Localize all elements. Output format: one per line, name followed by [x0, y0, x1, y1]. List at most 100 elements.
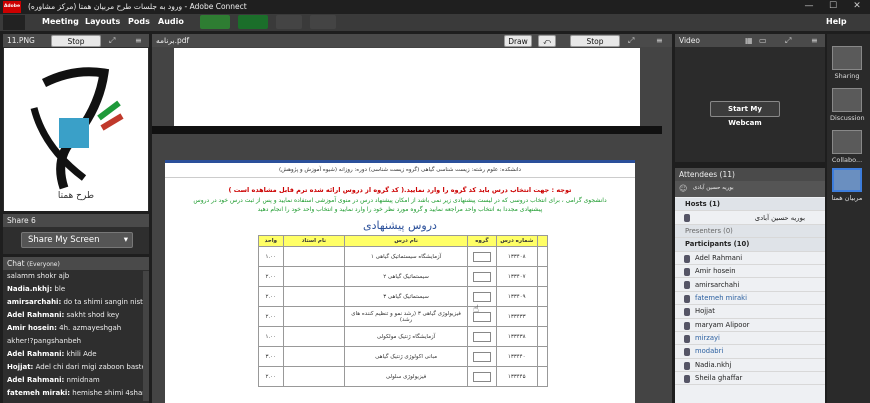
attendee-row[interactable]: Sheila ghaffar [675, 372, 825, 386]
menu-audio[interactable]: Audio [158, 17, 184, 26]
single-view-icon[interactable]: ▭ [759, 36, 767, 45]
avatar [684, 361, 690, 370]
group-input[interactable] [472, 371, 491, 382]
chat-message: Adel Rahmani: khili Ade [7, 350, 97, 358]
chat-pod-header: Chat (Everyone) [3, 257, 149, 270]
webcam-icon[interactable] [276, 15, 302, 29]
adobe-connect-logo-icon [3, 15, 25, 30]
chat-pod: Chat (Everyone) salamm shokr ajb Nadia.n… [3, 257, 149, 403]
doc-notice-green: دانشجوی گرامی ، برای انتخاب دروسی که در … [193, 197, 607, 213]
page-separator [152, 126, 662, 134]
avatar [684, 321, 690, 330]
stop-sharing-button[interactable]: Stop Sharing [570, 35, 620, 57]
layout-collaboration[interactable]: Collabo... [830, 130, 864, 164]
chat-title: Chat [7, 259, 25, 268]
avatar [684, 254, 690, 263]
chat-scope: (Everyone) [26, 261, 60, 268]
fullscreen-icon[interactable]: ⤢ [628, 36, 634, 46]
menu-bar: Meeting Layouts Pods Audio Help [0, 14, 870, 31]
sync-icon[interactable]: ⤺ [538, 35, 556, 47]
attendee-row[interactable]: Amir hosein [675, 264, 825, 279]
speaker-icon[interactable] [200, 15, 230, 29]
pdf-pod-title: برنامه.pdf [156, 36, 190, 45]
presenters-group[interactable]: Presenters (0) [675, 224, 825, 239]
attendee-row[interactable]: amirsarchahi [675, 278, 825, 292]
menu-help[interactable]: Help [826, 17, 847, 26]
group-input[interactable] [472, 291, 491, 302]
attendee-row[interactable]: Hojjat [675, 305, 825, 319]
share-my-screen-label: Share My Screen [28, 235, 100, 245]
col-group: گروه [467, 235, 497, 247]
maximize-icon[interactable]: ☐ [822, 1, 844, 13]
attendees-count: (11) [719, 170, 735, 179]
table-row: ۲.۰۰ سیستماتیک گیاهی ۳ ۱۳۳۴۰۹ [258, 286, 549, 307]
window-title-bar: Adobe ورود به جلسات طرح مربیان همتا (مرک… [0, 0, 870, 14]
close-icon[interactable]: ✕ [846, 1, 868, 13]
doc-heading: دروس پیشنهادی [363, 219, 437, 232]
doc-info-row: دانشکده: علوم رشته: زیست شناسی گیاهی (گر… [165, 163, 635, 178]
group-input[interactable] [472, 351, 491, 362]
group-input[interactable] [472, 271, 491, 282]
attendees-list: Hosts (1) بوریه حسین آبادی Presenters (0… [675, 198, 825, 386]
avatar [684, 214, 690, 223]
avatar [684, 334, 690, 343]
attendee-row[interactable]: Nadia.nkhj [675, 358, 825, 373]
microphone-icon[interactable] [238, 15, 268, 29]
pdf-page: دانشکده: علوم رشته: زیست شناسی گیاهی (گر… [165, 160, 635, 403]
layout-hamta[interactable]: مربیان همتا [830, 168, 864, 202]
raise-hand-icon[interactable] [310, 15, 336, 29]
attendee-host[interactable]: بوریه حسین آبادی [675, 211, 825, 225]
menu-layouts[interactable]: Layouts [85, 17, 120, 26]
chat-message: Adel Rahmani: sakht shod key [7, 311, 120, 319]
fullscreen-icon[interactable]: ⤢ [785, 36, 791, 46]
chat-scrollbar[interactable] [143, 271, 149, 401]
table-row: ۲.۰۰ سیستماتیک گیاهی ۲ ۱۳۳۴۰۷ [258, 266, 549, 287]
left-stop-sharing-button[interactable]: Stop Sharing [51, 35, 101, 57]
col-code: شماره درس [495, 235, 538, 247]
avatar [684, 308, 690, 317]
start-webcam-button[interactable]: Start My Webcam [710, 101, 780, 127]
hosts-group[interactable]: Hosts (1) [675, 198, 825, 212]
share-pod: Share 6 Share My Screen ▾ [3, 214, 149, 254]
table-row: ۲.۰۰ فیزیولوژی سلولی ۱۳۳۴۴۵ [258, 366, 549, 387]
layout-collaboration-icon [832, 130, 862, 154]
video-pod: Video ▦ ▭ ⤢ ≡ Start My Webcam [675, 34, 825, 162]
chat-message: Hojjat: Adel chi dari migi zaboon baste [7, 363, 146, 371]
pod-menu-icon[interactable]: ≡ [811, 36, 818, 45]
draw-button[interactable]: Draw [504, 35, 532, 47]
col-units: واحد [258, 235, 284, 247]
avatar [684, 294, 690, 303]
fullscreen-icon[interactable]: ⤢ [109, 36, 115, 46]
attendees-title: Attendees [679, 170, 718, 179]
col-course: نام درس [344, 235, 469, 247]
participants-group[interactable]: Participants (10) [675, 238, 825, 252]
table-header-row: واحد نام استاد نام درس گروه شماره درس [258, 235, 549, 247]
mouse-cursor-icon: ☝ [473, 304, 480, 315]
attendee-row[interactable]: maryam Alipoor [675, 318, 825, 332]
group-input[interactable] [472, 331, 491, 342]
user-icon[interactable]: ☺ [679, 184, 687, 193]
avatar [684, 267, 690, 276]
table-row: ۲.۰۰ فیزیولوژی گیاهی ۳ (رشد نمو و تنظیم ک… [258, 306, 549, 327]
avatar [684, 281, 690, 290]
layout-discussion[interactable]: Discussion [830, 88, 865, 122]
layout-sharing[interactable]: Sharing [830, 46, 864, 80]
table-row: ۱.۰۰ آزمایشگاه ژنتیک مولکولی ۱۳۳۴۳۸ [258, 326, 549, 347]
menu-pods[interactable]: Pods [128, 17, 150, 26]
pod-menu-icon[interactable]: ≡ [135, 36, 142, 45]
group-input[interactable] [472, 251, 491, 262]
menu-meeting[interactable]: Meeting [42, 17, 79, 26]
attendees-top-item: بوریه حسین آبادی [693, 185, 734, 191]
attendee-row[interactable]: mirzayi [675, 331, 825, 346]
chat-message: akher!?pangshanbeh [7, 337, 82, 345]
grid-view-icon[interactable]: ▦ [745, 36, 753, 45]
pod-menu-icon[interactable]: ≡ [656, 36, 663, 45]
share-my-screen-button[interactable]: Share My Screen ▾ [21, 232, 133, 248]
table-row: ۳.۰۰ مبانی اکولوژی ژنتیک گیاهی ۱۳۳۴۴۰ [258, 346, 549, 367]
attendee-row[interactable]: fatemeh miraki [675, 291, 825, 306]
attendee-row[interactable]: modabri [675, 345, 825, 359]
minimize-icon[interactable]: — [798, 1, 820, 13]
courses-table: واحد نام استاد نام درس گروه شماره درس ۱.… [258, 235, 549, 387]
attendee-row[interactable]: Adel Rahmani [675, 251, 825, 265]
chevron-down-icon[interactable]: ▾ [124, 233, 128, 247]
